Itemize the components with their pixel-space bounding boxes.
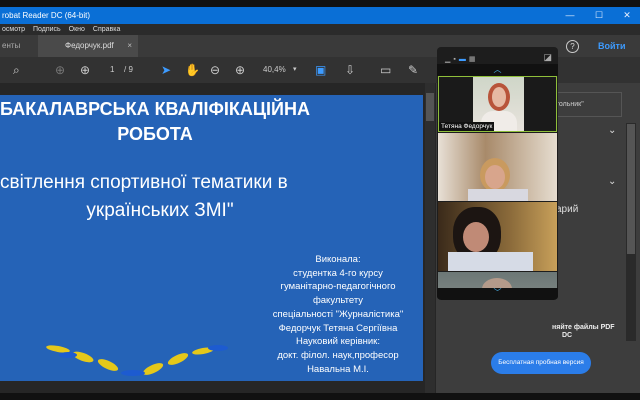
video-tile-active[interactable]: Тетяна Федорчук xyxy=(438,76,557,132)
author-line: Науковий керівник: xyxy=(296,336,380,348)
zoom-in-icon[interactable]: ⊕ xyxy=(235,62,245,78)
next-page-icon[interactable]: ⊕ xyxy=(80,62,90,78)
chevron-down-icon[interactable]: ⌄ xyxy=(608,176,616,187)
author-line: гуманітарно-педагогічного xyxy=(280,281,396,293)
slide-topic-line2: українських ЗМІ" xyxy=(86,200,234,221)
video-tile[interactable] xyxy=(438,133,557,201)
chevron-down-icon[interactable]: ⌄ xyxy=(608,125,616,136)
author-line: Федорчук Тетяна Сергіївна xyxy=(278,322,398,334)
help-icon[interactable]: ? xyxy=(566,40,579,53)
minimize-video-icon[interactable]: ◪ xyxy=(543,52,552,63)
video-call-overlay: ▁▪▬▦ ◪ ︿ Тетяна Федорчук ﹀ xyxy=(437,47,558,300)
author-line: докт. філол. наук,професор xyxy=(277,349,399,361)
maximize-button[interactable]: ☐ xyxy=(584,7,614,24)
author-line: спеціальності "Журналістика" xyxy=(272,308,404,320)
view-mode-icons[interactable]: ▁▪▬▦ xyxy=(445,55,479,63)
promo-text: няйте файлы PDF xyxy=(552,324,615,331)
tab-close-icon[interactable]: × xyxy=(127,35,132,57)
laurel-decoration xyxy=(46,345,228,376)
scroll-up-icon[interactable]: ︿ xyxy=(437,64,558,76)
login-link[interactable]: Войти xyxy=(598,35,625,57)
scroll-down-icon[interactable]: ﹀ xyxy=(437,288,558,300)
chevron-down-icon[interactable]: ▾ xyxy=(293,62,297,78)
screen-top xyxy=(0,0,640,7)
select-cursor-icon[interactable]: ➤ xyxy=(161,62,171,78)
zoom-level-select[interactable]: 40,4% xyxy=(263,62,286,78)
screen-bottom xyxy=(0,393,640,400)
minimize-button[interactable]: — xyxy=(555,7,585,24)
search-icon[interactable]: ⌕ xyxy=(13,62,20,78)
author-line: Навальна М.І. xyxy=(307,363,369,375)
video-tile[interactable] xyxy=(438,202,557,271)
highlight-pen-icon[interactable]: ✎ xyxy=(408,62,418,78)
scroll-mode-icon[interactable]: ⇩ xyxy=(345,62,355,78)
hand-tool-icon[interactable]: ✋ xyxy=(185,62,200,78)
close-button[interactable]: ✕ xyxy=(612,7,640,24)
document-scrollbar[interactable] xyxy=(425,83,435,393)
tab-label: Федорчук.pdf xyxy=(65,41,114,50)
tab-fedorchuk-pdf[interactable]: Федорчук.pdf × xyxy=(38,35,138,57)
promo-text-2: DC xyxy=(562,332,573,339)
comment-icon[interactable]: ▭ xyxy=(380,62,391,78)
menu-bar: осмотр Подпись Окно Справка xyxy=(0,24,640,35)
page-total: / 9 xyxy=(124,65,133,74)
slide-topic-line1: світлення спортивної тематики в xyxy=(0,172,288,193)
zoom-out-icon[interactable]: ⊖ xyxy=(210,62,220,78)
window-title: robat Reader DC (64-bit) xyxy=(2,11,91,20)
free-trial-button[interactable]: Бесплатная пробная версия xyxy=(491,352,591,374)
participant-name: Тетяна Федорчук xyxy=(439,122,495,131)
slide-heading-line2: РОБОТА xyxy=(117,124,193,144)
prev-page-icon[interactable]: ⊕ xyxy=(55,62,65,78)
panel-item-comment[interactable]: арий xyxy=(556,204,578,215)
slide-heading-line1: БАКАЛАВРСЬКА КВАЛІФІКАЦІЙНА xyxy=(0,99,310,119)
panel-field[interactable]: угольник" xyxy=(548,92,622,117)
menu-view[interactable]: осмотр xyxy=(2,26,25,33)
menu-window[interactable]: Окно xyxy=(69,26,85,33)
slide-author-info: Виконала: студентка 4-го курсу гуманітарно… xyxy=(258,253,418,376)
title-bar: robat Reader DC (64-bit) — ☐ ✕ xyxy=(0,7,640,24)
page-number-input[interactable]: 1 xyxy=(110,62,114,78)
menu-help[interactable]: Справка xyxy=(93,26,120,33)
fit-page-icon[interactable]: ▣ xyxy=(315,62,326,78)
author-line: Виконала: xyxy=(315,254,361,265)
author-line: студентка 4-го курсу xyxy=(293,267,383,279)
panel-scrollbar[interactable] xyxy=(626,123,636,341)
pdf-page-slide: БАКАЛАВРСЬКА КВАЛІФІКАЦІЙНА РОБОТА світл… xyxy=(0,95,423,381)
author-line: факультету xyxy=(312,295,364,307)
menu-sign[interactable]: Подпись xyxy=(33,26,61,33)
scrollbar-thumb[interactable] xyxy=(426,93,434,121)
tab-documents[interactable]: енты xyxy=(2,35,20,57)
